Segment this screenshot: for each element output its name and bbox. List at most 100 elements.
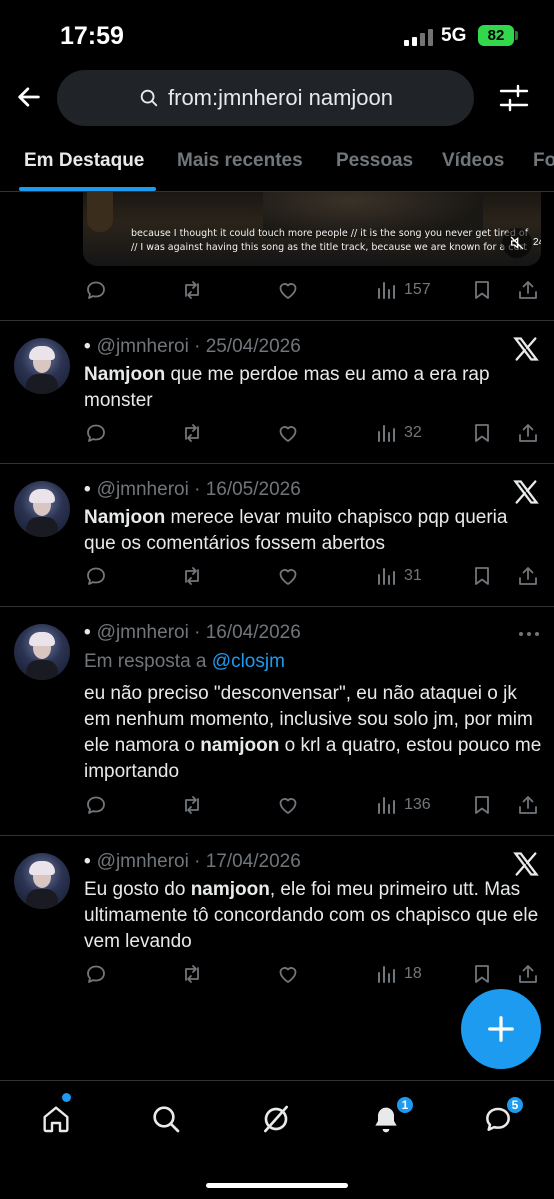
retweet-icon bbox=[185, 424, 199, 442]
heart-icon bbox=[279, 569, 297, 585]
author-handle: @jmnheroi bbox=[96, 479, 189, 500]
nav-grok[interactable] bbox=[256, 1099, 296, 1139]
reply-handle-link[interactable]: @closjm bbox=[212, 651, 285, 672]
share-icon bbox=[519, 965, 537, 983]
x-logo-icon[interactable] bbox=[512, 478, 540, 506]
heart-icon bbox=[279, 967, 297, 983]
reply-button[interactable] bbox=[84, 961, 108, 987]
meta-separator: · bbox=[194, 336, 201, 357]
avatar-shape bbox=[26, 889, 58, 909]
avatar[interactable] bbox=[14, 481, 70, 537]
like-button[interactable] bbox=[276, 961, 300, 987]
bookmark-button[interactable] bbox=[470, 277, 494, 303]
reply-button[interactable] bbox=[84, 563, 108, 589]
tweet-actions: 18 bbox=[84, 961, 544, 987]
nav-explore[interactable] bbox=[146, 1099, 186, 1139]
avatar[interactable] bbox=[14, 338, 70, 394]
battery-level: 82 bbox=[487, 27, 505, 44]
author-handle: @jmnheroi bbox=[96, 622, 189, 643]
views-button[interactable]: 157 bbox=[374, 277, 431, 303]
retweet-icon bbox=[185, 796, 199, 814]
tab-videos[interactable]: Vídeos bbox=[442, 150, 504, 172]
reply-icon bbox=[87, 965, 105, 983]
search-input[interactable]: from:jmnheroi namjoon bbox=[57, 70, 474, 126]
battery-icon: 82 bbox=[478, 25, 514, 46]
filter-button[interactable] bbox=[496, 80, 532, 116]
guitar-shape bbox=[87, 192, 113, 232]
retweet-button[interactable] bbox=[180, 277, 204, 303]
avatar-shape bbox=[26, 660, 58, 680]
avatar-shape bbox=[29, 489, 55, 503]
views-button[interactable]: 136 bbox=[374, 792, 431, 818]
home-indicator[interactable] bbox=[206, 1183, 348, 1188]
highlight-keyword: namjoon bbox=[190, 879, 270, 900]
avatar[interactable] bbox=[14, 624, 70, 680]
more-options-icon[interactable] bbox=[517, 630, 541, 638]
tweet[interactable]: • @jmnheroi · 25/04/2026 Namjoon que me p… bbox=[0, 321, 554, 464]
tab-pessoas[interactable]: Pessoas bbox=[336, 150, 413, 172]
tweet[interactable]: • @jmnheroi · 16/04/2026 Em resposta a @c… bbox=[0, 607, 554, 836]
view-count: 136 bbox=[404, 796, 431, 813]
bar-chart-icon bbox=[378, 568, 395, 585]
views-button[interactable]: 18 bbox=[374, 961, 422, 987]
retweet-button[interactable] bbox=[180, 563, 204, 589]
share-button[interactable] bbox=[516, 792, 540, 818]
like-button[interactable] bbox=[276, 420, 300, 446]
avatar-shape bbox=[26, 374, 58, 394]
bookmark-button[interactable] bbox=[470, 563, 494, 589]
tweet-text: Eu gosto do namjoon, ele foi meu primeir… bbox=[84, 877, 544, 955]
share-icon bbox=[519, 796, 537, 814]
video-thumbnail[interactable]: because I thought it could touch more pe… bbox=[83, 192, 541, 266]
battery-tip bbox=[515, 31, 518, 40]
x-logo-icon[interactable] bbox=[512, 850, 540, 878]
retweet-button[interactable] bbox=[180, 420, 204, 446]
views-button[interactable]: 31 bbox=[374, 563, 422, 589]
views-button[interactable]: 32 bbox=[374, 420, 422, 446]
author-name: • bbox=[84, 479, 91, 500]
like-button[interactable] bbox=[276, 563, 300, 589]
tweet[interactable]: • @jmnheroi · 16/05/2026 Namjoon merece l… bbox=[0, 464, 554, 607]
compose-button[interactable] bbox=[461, 989, 541, 1069]
mute-button[interactable] bbox=[502, 228, 532, 258]
avatar-shape bbox=[29, 346, 55, 360]
tweet-meta: • @jmnheroi · 17/04/2026 bbox=[84, 851, 301, 873]
meta-separator: · bbox=[194, 622, 201, 643]
avatar[interactable] bbox=[14, 853, 70, 909]
back-button[interactable] bbox=[12, 80, 46, 114]
like-button[interactable] bbox=[276, 792, 300, 818]
home-unread-dot bbox=[62, 1093, 71, 1102]
retweet-button[interactable] bbox=[180, 792, 204, 818]
tab-mais-recentes[interactable]: Mais recentes bbox=[177, 150, 303, 172]
author-name: • bbox=[84, 336, 91, 357]
bookmark-icon bbox=[475, 281, 489, 299]
tweet-text-before: Eu gosto do bbox=[84, 879, 191, 900]
tab-em-destaque[interactable]: Em Destaque bbox=[24, 150, 144, 172]
bookmark-button[interactable] bbox=[470, 792, 494, 818]
bookmark-button[interactable] bbox=[470, 420, 494, 446]
tweet-text: Namjoon merece levar muito chapisco pqp … bbox=[84, 505, 544, 557]
share-button[interactable] bbox=[516, 277, 540, 303]
share-button[interactable] bbox=[516, 563, 540, 589]
tweet-meta: • @jmnheroi · 25/04/2026 bbox=[84, 336, 301, 358]
like-button[interactable] bbox=[276, 277, 300, 303]
share-icon bbox=[519, 281, 537, 299]
messages-badge: 5 bbox=[505, 1095, 525, 1115]
nav-home[interactable] bbox=[36, 1099, 76, 1139]
share-button[interactable] bbox=[516, 961, 540, 987]
reply-button[interactable] bbox=[84, 420, 108, 446]
tweet-actions: 157 bbox=[84, 277, 544, 303]
tweet-partial[interactable]: because I thought it could touch more pe… bbox=[0, 192, 554, 321]
x-logo-icon[interactable] bbox=[512, 335, 540, 363]
reply-button[interactable] bbox=[84, 792, 108, 818]
bookmark-icon bbox=[475, 567, 489, 585]
tab-fotos[interactable]: Fo bbox=[533, 150, 554, 172]
video-subtitle-line2: // I was against having this song as the… bbox=[131, 242, 527, 253]
avatar-shape bbox=[29, 861, 55, 875]
tweet-text: Namjoon que me perdoe mas eu amo a era r… bbox=[84, 362, 544, 414]
reply-button[interactable] bbox=[84, 277, 108, 303]
retweet-button[interactable] bbox=[180, 961, 204, 987]
share-button[interactable] bbox=[516, 420, 540, 446]
author-handle: @jmnheroi bbox=[96, 851, 189, 872]
meta-separator: · bbox=[194, 479, 201, 500]
bookmark-button[interactable] bbox=[470, 961, 494, 987]
